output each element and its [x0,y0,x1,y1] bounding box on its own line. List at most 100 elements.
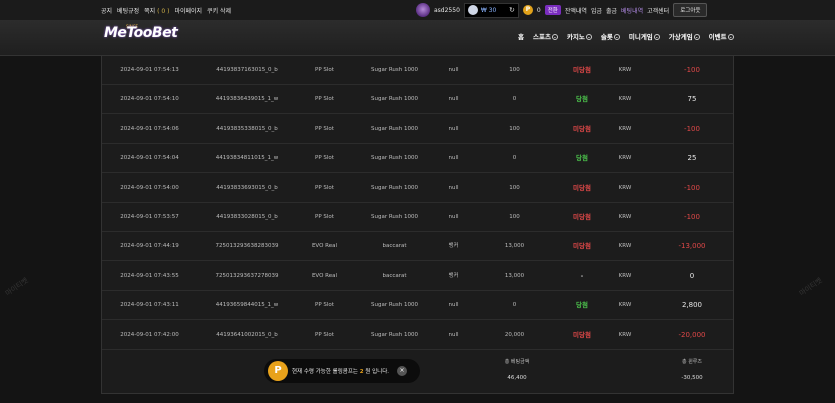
point-amount: 0 [536,6,541,14]
link-withdraw[interactable]: 출금 [606,6,617,15]
watermark: 마이티벳 [4,276,30,298]
bet-currency: KRW [618,214,632,220]
nav-slot[interactable]: 슬롯 ⌄ [601,31,620,41]
bet-amount: 0 [512,302,517,309]
link-notice[interactable]: 공지 [101,6,112,15]
bet-provider: PP Slot [315,125,334,132]
bet-type: null [448,214,459,220]
bet-amount: 20,000 [504,331,525,338]
nav-minigame-label: 미니게임 [628,33,653,41]
bet-time: 2024-09-01 07:44:19 [120,243,179,250]
account-area: asd2550 ₩ 30 ↻ P 0 전환 잔액내역 입금 출금 베팅내역 고객… [416,2,708,18]
bet-type: null [448,125,459,132]
bet-game: baccarat [382,243,407,250]
bet-amount: 0 [512,96,517,103]
chevron-down-icon: ⌄ [613,34,620,40]
bet-type: null [448,302,459,309]
bet-provider: PP Slot [315,214,334,220]
nav-home[interactable]: 홈 [518,31,524,41]
main-nav: 홈 스포츠 ⌄ 카지노 ⌄ 슬롯 ⌄ 미니게임 ⌄ 가상게임 ⌄ 이벤트 ⌄ [518,31,734,41]
link-messages[interactable]: 쪽지 ( 0 ) [144,6,169,15]
wallet-icon [467,5,478,15]
bet-winloss: -100 [684,66,700,74]
link-bet-history[interactable]: 베팅내역 [621,6,643,15]
bet-game: Sugar Rush 1000 [370,125,418,132]
bet-history-table: 2024-09-01 07:54:13 44193837163015_0_b PP … [101,56,734,394]
bet-id: 44193836439015_1_w [215,96,279,103]
convert-button[interactable]: 전환 [544,5,561,15]
point-coin-icon: P [268,361,288,381]
table-row: 2024-09-01 07:54:10 44193836439015_1_w PP … [102,85,733,115]
nav-casino[interactable]: 카지노 ⌄ [567,31,592,41]
bet-winloss: -20,000 [678,330,706,339]
chevron-down-icon: ⌄ [727,34,734,40]
bet-winloss: -100 [684,124,700,133]
refresh-icon[interactable]: ↻ [509,6,515,14]
nav-minigame[interactable]: 미니게임 ⌄ [629,31,660,41]
bet-game: Sugar Rush 1000 [370,155,418,162]
point-coin-icon: P [522,5,533,15]
nav-sports[interactable]: 스포츠 ⌄ [533,31,558,41]
bet-id: 725013293638283039 [215,243,279,250]
bet-result: - [580,271,584,280]
bet-provider: PP Slot [315,302,334,309]
wallet-balance: ₩ 30 ↻ [463,2,519,18]
nav-virtual[interactable]: 가상게임 ⌄ [669,31,700,41]
nav-event-label: 이벤트 [708,33,727,41]
toast-amount: 2 [359,369,364,375]
total-winloss-label: 총 윈루즈 [682,359,702,365]
table-row: 2024-09-01 07:44:19 725013293638283039 EVO… [102,232,733,262]
bet-amount: 100 [509,214,520,220]
close-icon[interactable]: × [397,366,408,376]
toast-text-suffix: 원 입니다. [365,369,390,375]
total-bet-label: 총 베팅금액 [504,359,530,365]
total-bet-value: 46,400 [507,375,527,381]
bet-currency: KRW [618,331,632,338]
bet-game: Sugar Rush 1000 [370,302,418,309]
nav-event[interactable]: 이벤트 ⌄ [709,31,734,41]
toast-text: 현재 수령 가능한 롤링콤프는 [292,369,358,375]
bet-winloss: -100 [684,213,700,221]
bet-currency: KRW [618,96,632,103]
bet-amount: 0 [512,155,517,162]
bet-id: 44193659844015_1_w [215,302,279,309]
table-row: 2024-09-01 07:43:55 725013293637278039 EVO… [102,262,733,291]
bet-result: 당첨 [576,95,588,104]
bet-currency: KRW [618,125,632,132]
watermark: 마이티벳 [798,276,824,298]
chevron-down-icon: ⌄ [551,34,558,40]
chevron-down-icon: ⌄ [653,34,660,40]
link-balance-history[interactable]: 잔액내역 [565,6,587,15]
logo[interactable]: MeTooBet [104,25,178,41]
logout-button[interactable]: 로그아웃 [673,3,708,17]
link-betting-rules[interactable]: 베팅규정 [117,6,139,15]
top-links: 공지 베팅규정 쪽지 ( 0 ) 마이페이지 쿠키 삭제 [101,0,231,20]
bet-provider: EVO Real [311,243,338,250]
bet-provider: PP Slot [315,155,334,162]
bet-amount: 13,000 [504,243,525,250]
bet-winloss: 25 [687,154,697,163]
bet-id: 44193834811015_1_w [215,155,279,162]
avatar[interactable] [416,3,430,17]
bet-amount: 13,000 [504,272,525,279]
bet-type: null [448,184,459,191]
top-bar: 공지 베팅규정 쪽지 ( 0 ) 마이페이지 쿠키 삭제 asd2550 ₩ 3… [0,0,835,20]
message-count: ( 0 ) [157,7,170,15]
bet-winloss: 75 [687,95,697,104]
bet-amount: 100 [509,184,520,191]
table-row: 2024-09-01 07:42:00 44193641002015_0_b PP … [102,321,733,350]
bet-time: 2024-09-01 07:54:04 [120,155,179,162]
link-mypage[interactable]: 마이페이지 [174,6,202,15]
bet-id: 44193835338015_0_b [216,125,278,132]
bet-time: 2024-09-01 07:54:00 [120,184,179,191]
bet-game: Sugar Rush 1000 [370,96,418,103]
bet-type: 뱅커 [448,243,459,250]
link-customer-center[interactable]: 고객센터 [647,6,669,15]
bet-currency: KRW [618,272,632,279]
bet-winloss: -100 [684,183,700,192]
bet-result: 미당첨 [573,124,591,133]
bet-amount: 100 [509,125,520,132]
table-row: 2024-09-01 07:53:57 44193833028015_0_b PP … [102,203,733,232]
link-deposit[interactable]: 입금 [591,6,602,15]
link-clear-cookies[interactable]: 쿠키 삭제 [207,6,231,15]
